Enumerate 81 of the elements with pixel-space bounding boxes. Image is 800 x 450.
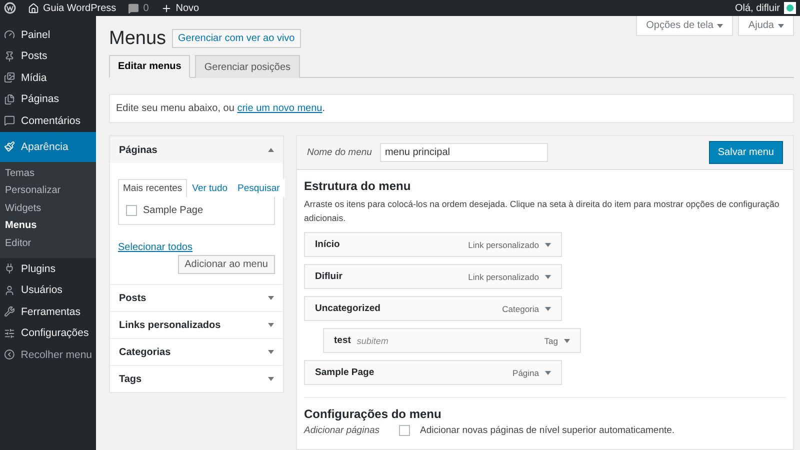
- greeting[interactable]: Olá, difluir: [734, 2, 780, 14]
- menu-item-type: Tag: [544, 336, 558, 346]
- checkbox[interactable]: [126, 205, 137, 216]
- collapse-menu-button[interactable]: Recolher menu: [0, 344, 96, 366]
- caret-icon[interactable]: [545, 242, 551, 247]
- notice-text: Edite seu menu abaixo, ou crie um novo menu.: [109, 94, 794, 123]
- auto-add-label: Adicionar páginas: [304, 425, 381, 436]
- images-icon: [4, 72, 15, 84]
- menu-item-bar[interactable]: Difluir Link personalizado: [304, 264, 562, 290]
- sidebar-item[interactable]: Plugins: [0, 258, 96, 280]
- manage-live-button[interactable]: Gerenciar com ver ao vivo: [172, 29, 301, 48]
- logo-icon: [4, 2, 16, 14]
- menu-item-type: Categoria: [502, 304, 539, 314]
- avatar-icon: [784, 2, 796, 14]
- plug-icon: [4, 263, 15, 274]
- instructions-text: Arraste os itens para colocá-los na ordem desejada. Clique na seta à direita do item para mostrar opções de configuração adicionais.: [304, 198, 780, 226]
- comment-icon: [128, 2, 140, 14]
- create-menu-link[interactable]: crie um novo menu: [237, 103, 322, 114]
- collapse-icon: [4, 349, 15, 360]
- subtab[interactable]: Mais recentes: [118, 179, 188, 197]
- pages-icon: [4, 94, 15, 105]
- sidebar-item[interactable]: Aparência: [0, 132, 96, 162]
- caret-icon[interactable]: [564, 338, 570, 343]
- menu-item-bar[interactable]: Início Link personalizado: [304, 232, 562, 258]
- menu-item-bar[interactable]: Uncategorized Categoria: [304, 296, 562, 322]
- menu-item-note: subitem: [356, 336, 388, 346]
- menu-item-title: test: [334, 335, 351, 346]
- menu-name-field[interactable]: menu principal: [380, 143, 548, 162]
- menu-item-title: Início: [315, 239, 340, 250]
- sidebar-item[interactable]: Configurações: [0, 322, 96, 344]
- wrench-icon: [4, 306, 15, 318]
- menu-item-title: Difluir: [315, 271, 342, 282]
- sidebar-item[interactable]: Comentários: [0, 110, 96, 132]
- checkbox[interactable]: [399, 425, 410, 436]
- sidebar-item[interactable]: Painel: [0, 24, 96, 46]
- accordion-header[interactable]: Páginas: [110, 136, 283, 163]
- caret-icon[interactable]: [545, 274, 551, 279]
- subtab[interactable]: Pesquisar: [232, 179, 285, 197]
- comment-icon: [4, 115, 15, 126]
- site-name[interactable]: Guia WordPress: [43, 2, 116, 14]
- sidebar-item[interactable]: Usuários: [0, 280, 96, 301]
- screen-options-button[interactable]: Opções de tela: [636, 16, 734, 36]
- menu-item-title: Uncategorized: [315, 303, 380, 314]
- checkbox-label: Sample Page: [143, 205, 204, 216]
- new-link[interactable]: Novo: [176, 2, 200, 14]
- plus-icon: [160, 2, 172, 14]
- menu-item-bar[interactable]: test subitem Tag: [323, 328, 581, 354]
- save-menu-button[interactable]: Salvar menu: [708, 141, 783, 164]
- menu-item-type: Página: [512, 368, 539, 378]
- section-heading: Estrutura do menu: [304, 179, 412, 193]
- select-all-link[interactable]: Selecionar todos: [118, 242, 192, 253]
- section-heading: Configurações do menu: [304, 407, 442, 422]
- menu-item-bar[interactable]: Sample Page Página: [304, 360, 562, 386]
- gauge-icon: [4, 29, 15, 40]
- sidebar-item[interactable]: Posts: [0, 46, 96, 67]
- tab[interactable]: Editar menus: [109, 55, 190, 78]
- menu-item-type: Link personalizado: [468, 272, 539, 282]
- submenu-item[interactable]: Widgets: [0, 200, 96, 217]
- home-icon: [28, 2, 39, 14]
- sliders-icon: [4, 328, 15, 339]
- caret-icon[interactable]: [545, 306, 551, 311]
- submenu-item[interactable]: Personalizar: [0, 182, 96, 200]
- add-to-menu-button[interactable]: Adicionar ao menu: [178, 255, 275, 274]
- comment-count[interactable]: 0: [143, 2, 149, 14]
- sidebar-item[interactable]: Páginas: [0, 88, 96, 110]
- submenu-item[interactable]: Editor: [0, 234, 96, 252]
- auto-add-text: Adicionar novas páginas de nível superior automaticamente.: [420, 425, 675, 436]
- menu-name-label: Nome do menu: [307, 147, 372, 158]
- page-title: Menus: [109, 28, 166, 50]
- menu-item-title: Sample Page: [315, 367, 374, 378]
- submenu-item[interactable]: Menus: [0, 217, 96, 234]
- user-icon: [4, 284, 15, 296]
- pin-icon: [4, 50, 15, 62]
- tab[interactable]: Gerenciar posições: [195, 55, 300, 78]
- menu-item-type: Link personalizado: [468, 240, 539, 250]
- paintbrush-icon: [4, 141, 15, 152]
- caret-icon[interactable]: [545, 370, 551, 375]
- sidebar-item[interactable]: Mídia: [0, 67, 96, 88]
- help-button[interactable]: Ajuda: [738, 16, 794, 36]
- submenu-item[interactable]: Temas: [0, 164, 96, 182]
- sidebar-item[interactable]: Ferramentas: [0, 301, 96, 322]
